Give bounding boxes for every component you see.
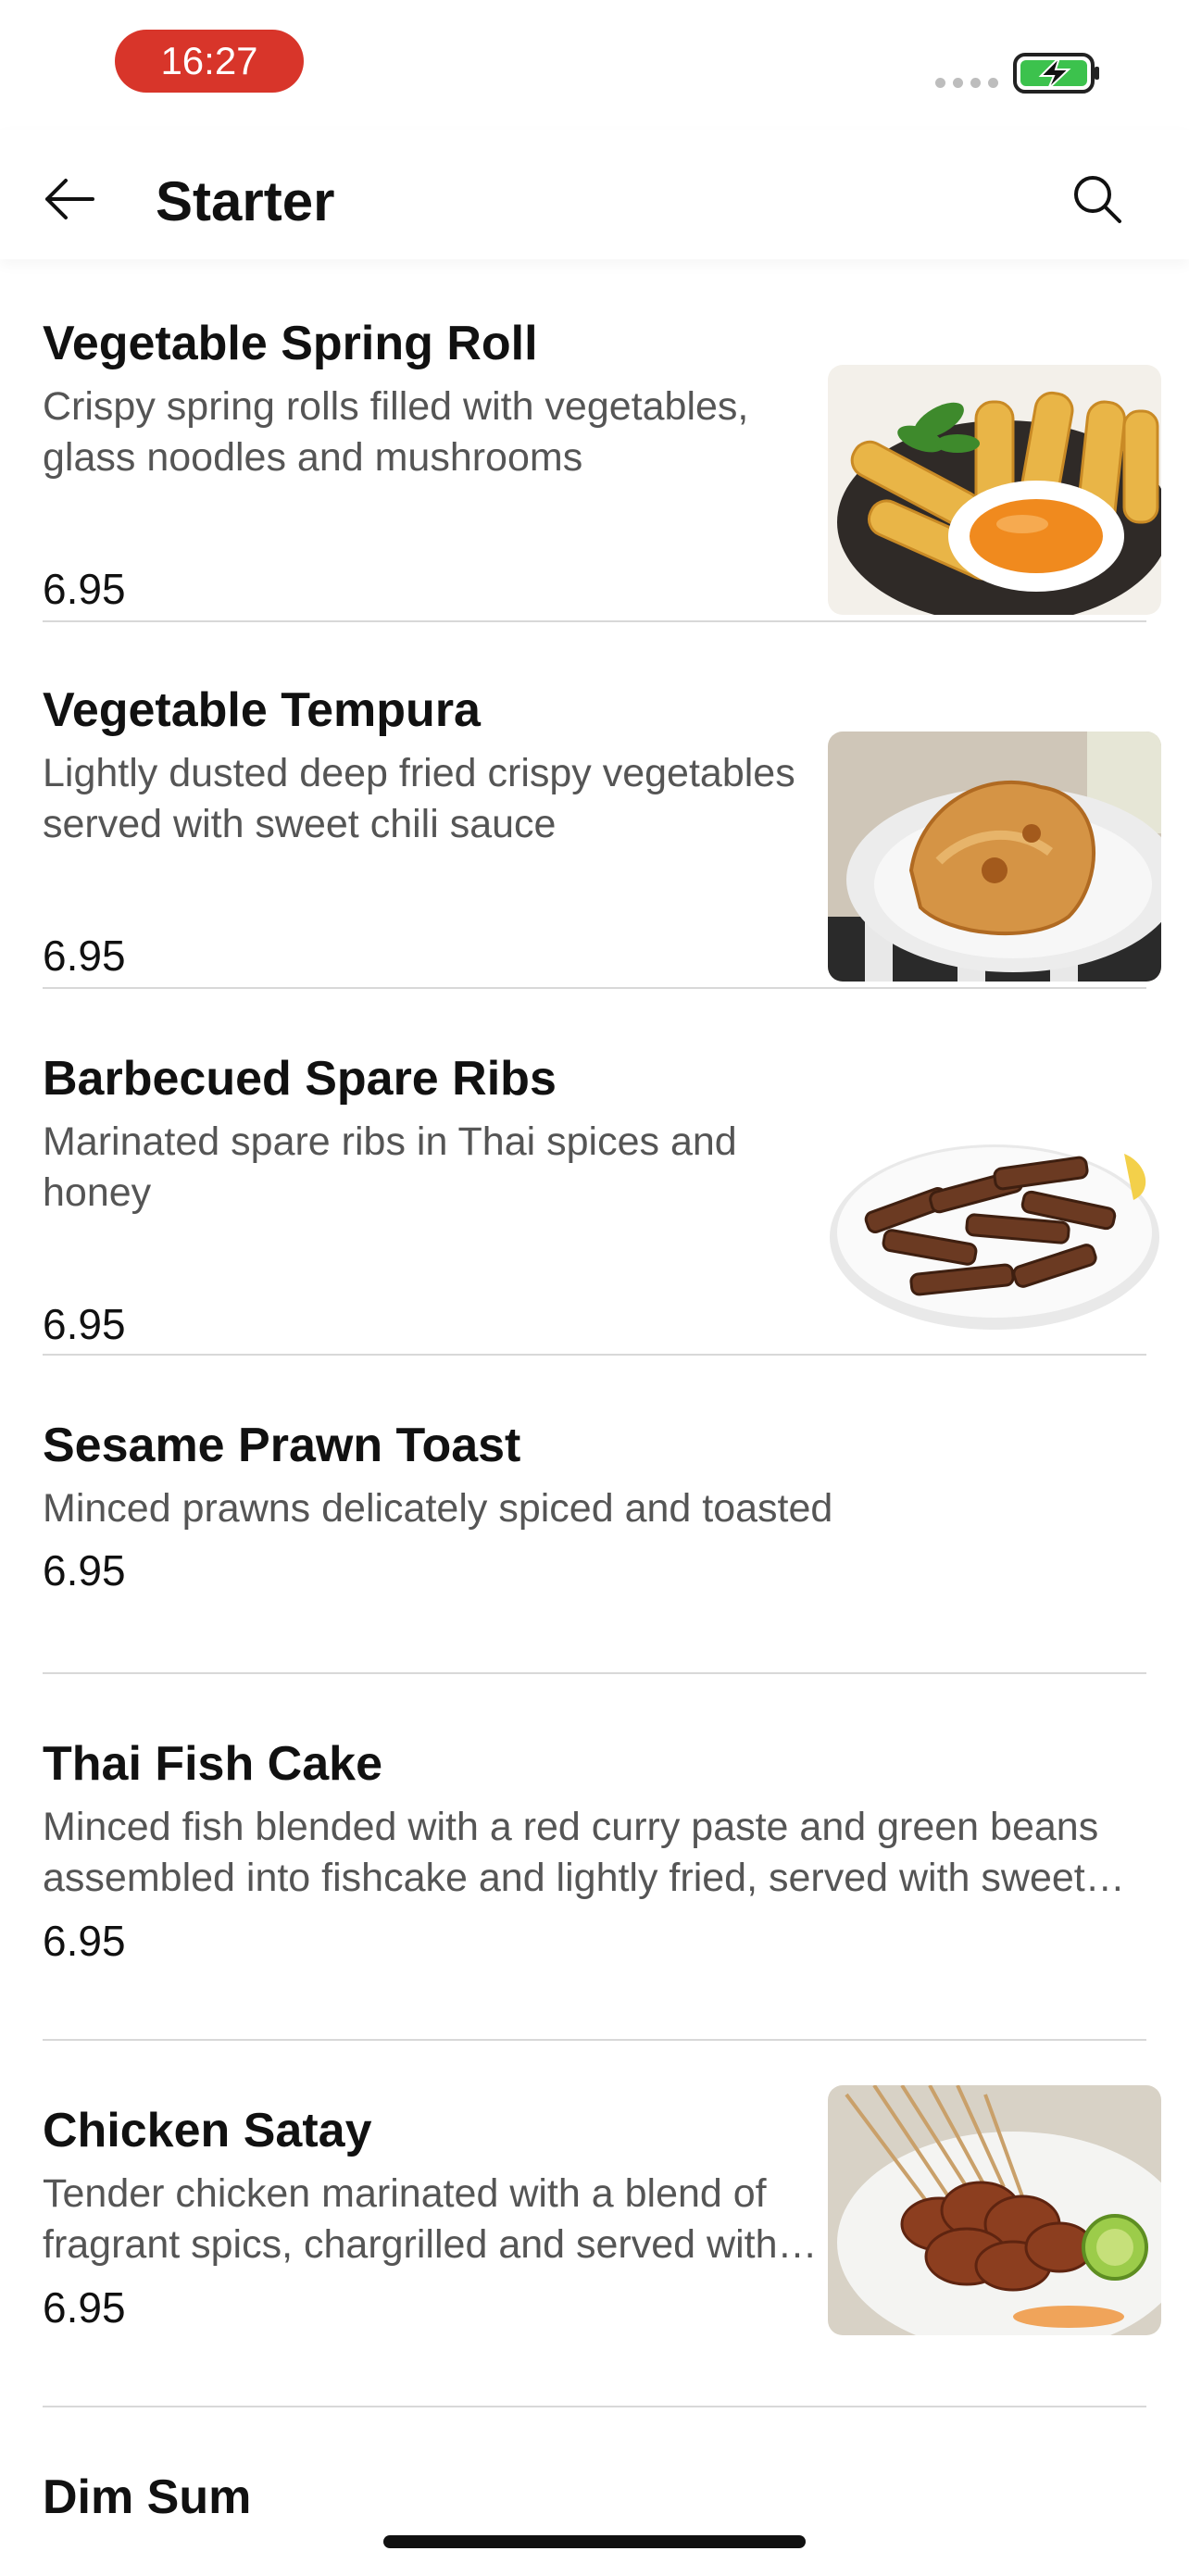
menu-item-sesame-prawn-toast[interactable]: Sesame Prawn Toast Minced prawns delicat… <box>43 1413 1146 1598</box>
item-name: Vegetable Tempura <box>43 683 481 737</box>
tempura-photo[interactable] <box>828 732 1161 982</box>
item-price: 6.95 <box>43 1917 126 1965</box>
item-price: 6.95 <box>43 1546 126 1594</box>
back-button[interactable] <box>37 167 102 231</box>
status-bar: 16:27 <box>0 0 1189 130</box>
spring-roll-photo[interactable] <box>828 365 1161 615</box>
divider <box>43 987 1146 989</box>
item-name: Dim Sum <box>43 2470 252 2524</box>
battery-charging-icon <box>1013 52 1102 99</box>
item-description: Marinated spare ribs in Thai spices and … <box>43 1119 737 1215</box>
divider <box>43 2406 1146 2407</box>
signal-icon <box>935 78 998 88</box>
item-description: Crispy spring rolls filled with vegetabl… <box>43 384 749 480</box>
menu-item-vegetable-tempura[interactable]: Vegetable Tempura Lightly dusted deep fr… <box>43 678 1161 983</box>
spare-ribs-photo[interactable] <box>828 1098 1161 1348</box>
search-button[interactable] <box>1065 167 1130 231</box>
menu-item-barbecued-spare-ribs[interactable]: Barbecued Spare Ribs Marinated spare rib… <box>43 1046 1161 1352</box>
page-title: Starter <box>156 170 335 232</box>
item-price: 6.95 <box>43 2283 126 2332</box>
status-time: 16:27 <box>115 30 304 93</box>
item-name: Chicken Satay <box>43 2104 372 2157</box>
menu-item-thai-fish-cake[interactable]: Thai Fish Cake Minced fish blended with … <box>43 1732 1146 2037</box>
item-description: Minced fish blended with a red curry pas… <box>43 1805 1125 1900</box>
item-price: 6.95 <box>43 1300 126 1348</box>
item-price: 6.95 <box>43 932 126 980</box>
divider <box>43 1672 1146 1674</box>
divider <box>43 620 1146 622</box>
item-name: Sesame Prawn Toast <box>43 1419 521 1472</box>
item-price: 6.95 <box>43 565 126 613</box>
item-name: Thai Fish Cake <box>43 1737 382 1791</box>
item-description: Lightly dusted deep fried crispy vegetab… <box>43 751 795 846</box>
nav-header: Starter <box>0 130 1189 259</box>
item-name: Vegetable Spring Roll <box>43 317 538 370</box>
menu-item-chicken-satay[interactable]: Chicken Satay Tender chicken marinated w… <box>43 2085 1161 2404</box>
menu-item-dim-sum[interactable]: Dim Sum <box>43 2465 1146 2576</box>
chicken-satay-photo[interactable] <box>828 2085 1161 2335</box>
item-description: Minced prawns delicately spiced and toas… <box>43 1486 833 1531</box>
arrow-left-icon <box>45 179 94 219</box>
divider <box>43 1354 1146 1356</box>
item-description: Tender chicken marinated with a blend of… <box>43 2171 818 2267</box>
item-name: Barbecued Spare Ribs <box>43 1052 557 1106</box>
divider <box>43 2039 1146 2041</box>
search-icon <box>1074 176 1121 223</box>
menu-item-vegetable-spring-roll[interactable]: Vegetable Spring Roll Crispy spring roll… <box>43 311 1161 617</box>
home-indicator[interactable] <box>383 2535 806 2548</box>
